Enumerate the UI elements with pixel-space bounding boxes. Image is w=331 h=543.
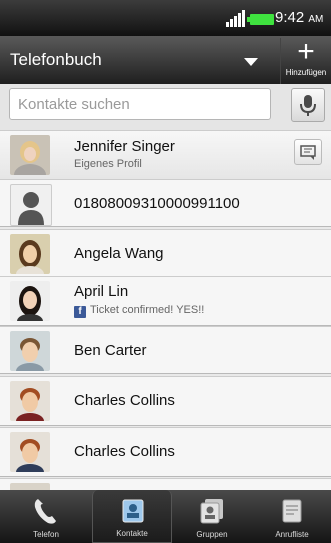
avatar	[10, 234, 50, 274]
search-bar	[0, 84, 331, 130]
tab-label: Kontakte	[116, 529, 148, 538]
contact-row-partial[interactable]	[0, 478, 331, 490]
contact-row[interactable]: Ben Carter	[0, 326, 331, 374]
voice-search-button[interactable]	[291, 88, 325, 122]
status-bar: 9:42 AM	[0, 0, 331, 36]
tab-label: Gruppen	[196, 530, 228, 539]
plus-icon: +	[297, 35, 315, 68]
facebook-icon: f	[74, 306, 86, 318]
contact-row[interactable]: Charles Collins	[0, 427, 331, 477]
microphone-icon	[300, 95, 316, 116]
tab-kontakte[interactable]: Kontakte	[92, 490, 172, 543]
contact-name: Charles Collins	[74, 443, 175, 460]
tab-label: Telefon	[33, 530, 59, 539]
contact-name: Ben Carter	[74, 342, 147, 359]
groups-icon	[200, 499, 223, 524]
phone-icon	[34, 499, 56, 524]
contact-row[interactable]: Angela Wang	[0, 229, 331, 277]
avatar	[10, 135, 50, 175]
avatar	[10, 381, 50, 421]
dropdown-arrow-icon[interactable]	[244, 58, 258, 66]
contacts-icon	[122, 499, 144, 523]
app-header: Telefonbuch + Hinzufügen	[0, 36, 331, 84]
contact-row-own-profile[interactable]: Jennifer Singer Eigenes Profil	[0, 130, 331, 180]
contact-row[interactable]: Charles Collins	[0, 376, 331, 426]
page-title[interactable]: Telefonbuch	[10, 50, 102, 70]
contact-name: April Lin	[74, 283, 129, 300]
contact-name: Angela Wang	[74, 245, 164, 262]
battery-icon	[247, 14, 274, 25]
status-time: 9:42 AM	[275, 9, 324, 26]
contact-subtitle: Eigenes Profil	[74, 158, 142, 170]
bottom-tab-bar: Telefon Kontakte Gruppen Anrufliste	[0, 490, 331, 543]
contact-list: Jennifer Singer Eigenes Profil 018080093…	[0, 130, 331, 490]
contact-row-number[interactable]: 01808009310000991100	[0, 179, 331, 227]
default-avatar-icon	[10, 184, 52, 226]
add-contact-label: Hinzufügen	[285, 68, 327, 77]
profile-card-icon[interactable]	[294, 139, 322, 165]
avatar	[10, 281, 50, 321]
contact-name: Charles Collins	[74, 392, 175, 409]
contact-status: f Ticket confirmed! YES!!	[74, 304, 204, 318]
tab-label: Anrufliste	[275, 530, 309, 539]
contact-row[interactable]: April Lin f Ticket confirmed! YES!!	[0, 276, 331, 326]
tab-anrufliste[interactable]: Anrufliste	[252, 490, 331, 543]
contact-status-text: Ticket confirmed! YES!!	[90, 304, 205, 316]
add-contact-button[interactable]: + Hinzufügen	[280, 35, 331, 84]
avatar	[10, 483, 50, 490]
contact-name: 01808009310000991100	[74, 195, 240, 212]
search-input[interactable]	[10, 89, 258, 119]
contact-name: Jennifer Singer	[74, 138, 175, 155]
search-box	[9, 88, 271, 120]
avatar	[10, 331, 50, 371]
avatar	[10, 432, 50, 472]
signal-icon	[226, 10, 246, 27]
tab-telefon[interactable]: Telefon	[6, 490, 86, 543]
call-history-icon	[282, 499, 302, 523]
tab-gruppen[interactable]: Gruppen	[172, 490, 252, 543]
